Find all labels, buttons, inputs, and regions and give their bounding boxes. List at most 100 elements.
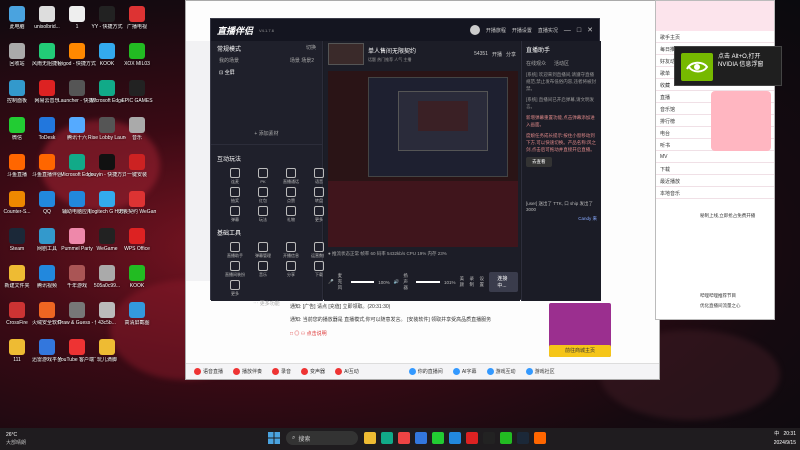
desktop-icon[interactable]: 高清屏截图 [118, 302, 156, 338]
desktop-icon[interactable]: EPIC GAMES [118, 80, 156, 116]
yy-bottom-right[interactable]: AI字幕 [452, 368, 477, 375]
tool-button[interactable]: 礼物 [279, 206, 303, 223]
start-icon[interactable] [268, 432, 280, 444]
tool-button[interactable]: 分享 [279, 261, 303, 278]
system-message: 度娘任务成长提示:按住小窗移动到下方,可以快速切换。产品名称:风之剑,点击后可拖… [526, 133, 596, 152]
desktop-icon[interactable]: 音乐 [118, 117, 156, 153]
stream-title[interactable]: 单人售间无限契约 [368, 46, 470, 55]
tool-button[interactable]: 更多 [223, 280, 247, 297]
yy-bottom-item[interactable]: 录音 [272, 368, 291, 375]
scene-item[interactable]: ⊡ 全屏 [211, 65, 322, 77]
desktop-icon[interactable]: 无畏契约 WeGame版 [118, 191, 156, 227]
weather-widget[interactable]: 26°C 大部晴朗 [6, 431, 26, 447]
desktop-icon[interactable]: WPS Office [118, 228, 156, 264]
tool-label: 抽奖 [231, 198, 239, 203]
tool-label: 更多 [231, 291, 239, 296]
desktop-icon[interactable]: KOOK [118, 265, 156, 301]
file-explorer-icon[interactable] [364, 432, 376, 444]
tool-button[interactable]: 直播助手 [223, 242, 247, 259]
desktop-icon[interactable]: XOX MIL03 [118, 43, 156, 79]
music-icon[interactable] [466, 432, 478, 444]
maximize-icon[interactable]: □ [577, 27, 581, 34]
tool-button[interactable]: 弹幕管理 [251, 242, 275, 259]
tool-button[interactable]: 直播间装扮 [223, 261, 247, 278]
scene-tab[interactable]: 场景 [290, 58, 300, 64]
record-button[interactable]: 录制 [470, 276, 476, 288]
store-icon[interactable] [415, 432, 427, 444]
stream-assistant-window[interactable]: 直播伴侣 V4.1.7.6 开播旅程 开播设置 直播实况 — □ ✕ 常规模式 … [210, 18, 601, 307]
music-list-item[interactable]: 歌手主页 [656, 31, 774, 43]
tool-button[interactable]: 玩法 [251, 206, 275, 223]
close-icon[interactable]: ✕ [587, 26, 593, 34]
tool-button[interactable]: 连麦 [223, 168, 247, 185]
stream-cover[interactable] [328, 43, 364, 65]
avatar[interactable] [469, 25, 480, 35]
desktop-icon[interactable]: 广播电视 [118, 6, 156, 42]
yy-bottom-item[interactable]: AI互动 [335, 368, 359, 375]
yy-bottom-right[interactable]: 游戏互动 [486, 368, 516, 375]
start-stream-button[interactable]: 连接中... [489, 272, 519, 292]
tool-button[interactable]: 点赞 [279, 187, 303, 204]
more-features-button[interactable]: ⋯ 更多功能 [211, 299, 322, 308]
titlebar-link[interactable]: 开播设置 [512, 27, 532, 34]
music-list-item[interactable]: 下载 [656, 163, 774, 175]
tool-button[interactable]: 开播信息 [279, 242, 303, 259]
tab-online-viewers[interactable]: 在线观众 [526, 60, 546, 67]
game-shop-button[interactable]: 前往商城主页 [549, 345, 611, 357]
minimize-icon[interactable]: — [564, 27, 571, 34]
titlebar-link[interactable]: 开播旅程 [486, 27, 506, 34]
tool-icon [286, 187, 296, 197]
desktop-icon[interactable]: 一键安装 [118, 154, 156, 190]
tool-button[interactable]: 直播通话 [279, 168, 303, 185]
yy-bottom-item[interactable]: 语音直播 [194, 368, 223, 375]
beauty-button[interactable]: 美颜 [460, 276, 466, 288]
tab-activity[interactable]: 活动区 [554, 60, 569, 67]
mic-slider[interactable] [350, 281, 375, 283]
tool-button[interactable]: 弹幕 [223, 206, 247, 223]
music-list-item[interactable]: 最近播放 [656, 175, 774, 187]
music-list-item[interactable]: MV [656, 151, 774, 163]
yy-chat-input[interactable]: □ ◎ ⚇ 点击说明 [290, 330, 327, 337]
tool-button[interactable]: PK [251, 168, 275, 185]
tool-button[interactable]: 音乐 [251, 261, 275, 278]
speaker-icon[interactable]: 🔊 [394, 279, 400, 285]
app-icon [99, 228, 115, 244]
tool-button[interactable]: 红包 [251, 187, 275, 204]
chrome-icon[interactable] [398, 432, 410, 444]
steam-icon[interactable] [517, 432, 529, 444]
yy-icon[interactable] [483, 432, 495, 444]
speaker-slider[interactable] [416, 281, 441, 283]
taskbar-search[interactable]: ⌕ 搜索 [286, 431, 358, 445]
system-tray[interactable]: 中 20:31 2024/9/15 [774, 430, 796, 448]
add-source-button[interactable]: + 添加素材 [211, 129, 322, 138]
mode-select[interactable]: 常规模式 [217, 44, 241, 53]
nvidia-notification[interactable]: 点击 Alt+O,打开 NVIDIA 信息浮窗 [674, 46, 782, 86]
desktop-icon-label: KOOK [129, 283, 145, 289]
desktop-icon[interactable]: 玩儿滴脚 [88, 339, 126, 375]
header-button[interactable]: 开播 [492, 51, 502, 58]
wechat-icon[interactable] [432, 432, 444, 444]
settings-button[interactable]: 设置 [479, 276, 485, 288]
yy-bottom-item[interactable]: 变声器 [301, 368, 325, 375]
yy-bottom-right[interactable]: 游戏社区 [525, 368, 555, 375]
stream-preview[interactable] [328, 71, 518, 247]
yy-bottom-item[interactable]: 播放伴奏 [233, 368, 262, 375]
tool-icon [314, 206, 324, 216]
live-icon[interactable] [534, 432, 546, 444]
header-button[interactable]: 分享 [506, 51, 516, 58]
mic-icon[interactable]: 🎤 [328, 279, 334, 285]
desktop-icon-label: WPS Office [124, 246, 150, 252]
see-button[interactable]: 去查看 [526, 157, 552, 167]
kook-icon[interactable] [500, 432, 512, 444]
qq-icon[interactable] [449, 432, 461, 444]
music-list-item[interactable]: 本地音乐 [656, 187, 774, 199]
titlebar-link[interactable]: 直播实况 [538, 27, 558, 34]
switch-button[interactable]: 切换 [306, 44, 316, 53]
scene-tab[interactable]: 场景2 [301, 58, 314, 64]
yy-bottom-right[interactable]: 你的直播间 [408, 368, 443, 375]
app-icon [9, 154, 25, 170]
edge-icon[interactable] [381, 432, 393, 444]
tool-button[interactable]: 抽奖 [223, 187, 247, 204]
app-icon [9, 302, 25, 318]
tool-label: 直播间装扮 [225, 272, 245, 277]
